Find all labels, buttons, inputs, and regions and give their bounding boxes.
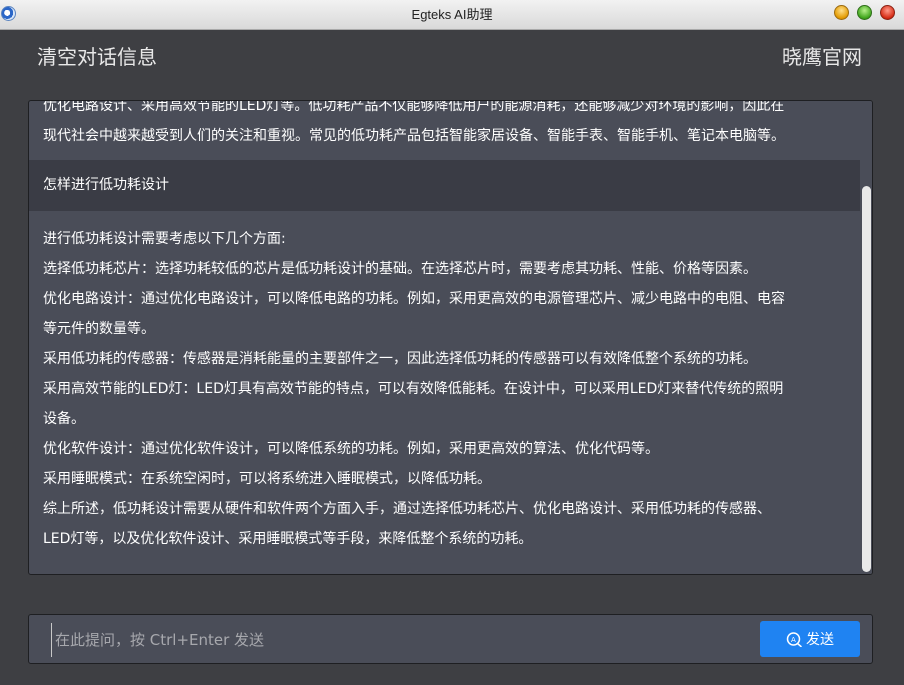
answer-line: 优化电路设计、采用高效节能的LED灯等。低功耗产品不仅能够降低用户的能源消耗，还…	[43, 101, 785, 114]
send-button-label: 发送	[806, 632, 834, 648]
answer-line: 选择低功耗芯片：选择功耗较低的芯片是低功耗设计的基础。在选择芯片时，需要考虑其功…	[43, 261, 757, 277]
scrollbar-thumb[interactable]	[862, 186, 871, 572]
answer-line: 综上所述，低功耗设计需要从硬件和软件两个方面入手，通过选择低功耗芯片、优化电路设…	[43, 501, 771, 517]
answer-line: 采用高效节能的LED灯：LED灯具有高效节能的特点，可以有效降低能耗。在设计中，…	[43, 381, 784, 397]
official-site-link[interactable]: 晓鹰官网	[782, 41, 862, 70]
minimize-button[interactable]	[834, 5, 849, 20]
close-button[interactable]	[880, 5, 895, 20]
answer-line: 优化电路设计：通过优化电路设计，可以降低电路的功耗。例如，采用更高效的电源管理芯…	[43, 291, 785, 307]
chat-scrollbar[interactable]	[860, 101, 872, 574]
send-button[interactable]: A 发送	[760, 621, 860, 657]
maximize-button[interactable]	[857, 5, 872, 20]
user-question-message: 怎样进行低功耗设计	[29, 160, 860, 211]
title-bar: Egteks AI助理	[0, 0, 904, 30]
answer-line: 优化软件设计：通过优化软件设计，可以降低系统的功耗。例如，采用更高效的算法、优化…	[43, 441, 659, 457]
ai-answer-message: 进行低功耗设计需要考虑以下几个方面: 选择低功耗芯片：选择功耗较低的芯片是低功耗…	[29, 211, 860, 554]
question-input[interactable]	[51, 623, 757, 657]
answer-line: 进行低功耗设计需要考虑以下几个方面:	[43, 231, 286, 247]
answer-line: 现代社会中越来越受到人们的关注和重视。常见的低功耗产品包括智能家居设备、智能手表…	[43, 128, 785, 144]
answer-line: LED灯等，以及优化软件设计、采用睡眠模式等手段，来降低整个系统的功耗。	[43, 531, 533, 547]
window-title: Egteks AI助理	[411, 7, 493, 22]
send-chat-icon: A	[786, 632, 802, 647]
answer-line: 等元件的数量等。	[43, 321, 155, 337]
chat-scroll-area: 优化电路设计、采用高效节能的LED灯等。低功耗产品不仅能够降低用户的能源消耗，还…	[29, 101, 860, 574]
previous-answer-message: 优化电路设计、采用高效节能的LED灯等。低功耗产品不仅能够降低用户的能源消耗，还…	[29, 101, 860, 160]
question-text: 怎样进行低功耗设计	[43, 177, 169, 193]
svg-text:A: A	[791, 636, 796, 644]
answer-line: 采用低功耗的传感器：传感器是消耗能量的主要部件之一，因此选择低功耗的传感器可以有…	[43, 351, 757, 367]
input-bar: A 发送	[28, 614, 873, 664]
answer-line: 采用睡眠模式：在系统空闲时，可以将系统进入睡眠模式，以降低功耗。	[43, 471, 491, 487]
answer-line: 设备。	[43, 411, 85, 427]
chat-history-panel: 优化电路设计、采用高效节能的LED灯等。低功耗产品不仅能够降低用户的能源消耗，还…	[28, 100, 873, 575]
clear-chat-button[interactable]: 清空对话信息	[37, 41, 157, 70]
